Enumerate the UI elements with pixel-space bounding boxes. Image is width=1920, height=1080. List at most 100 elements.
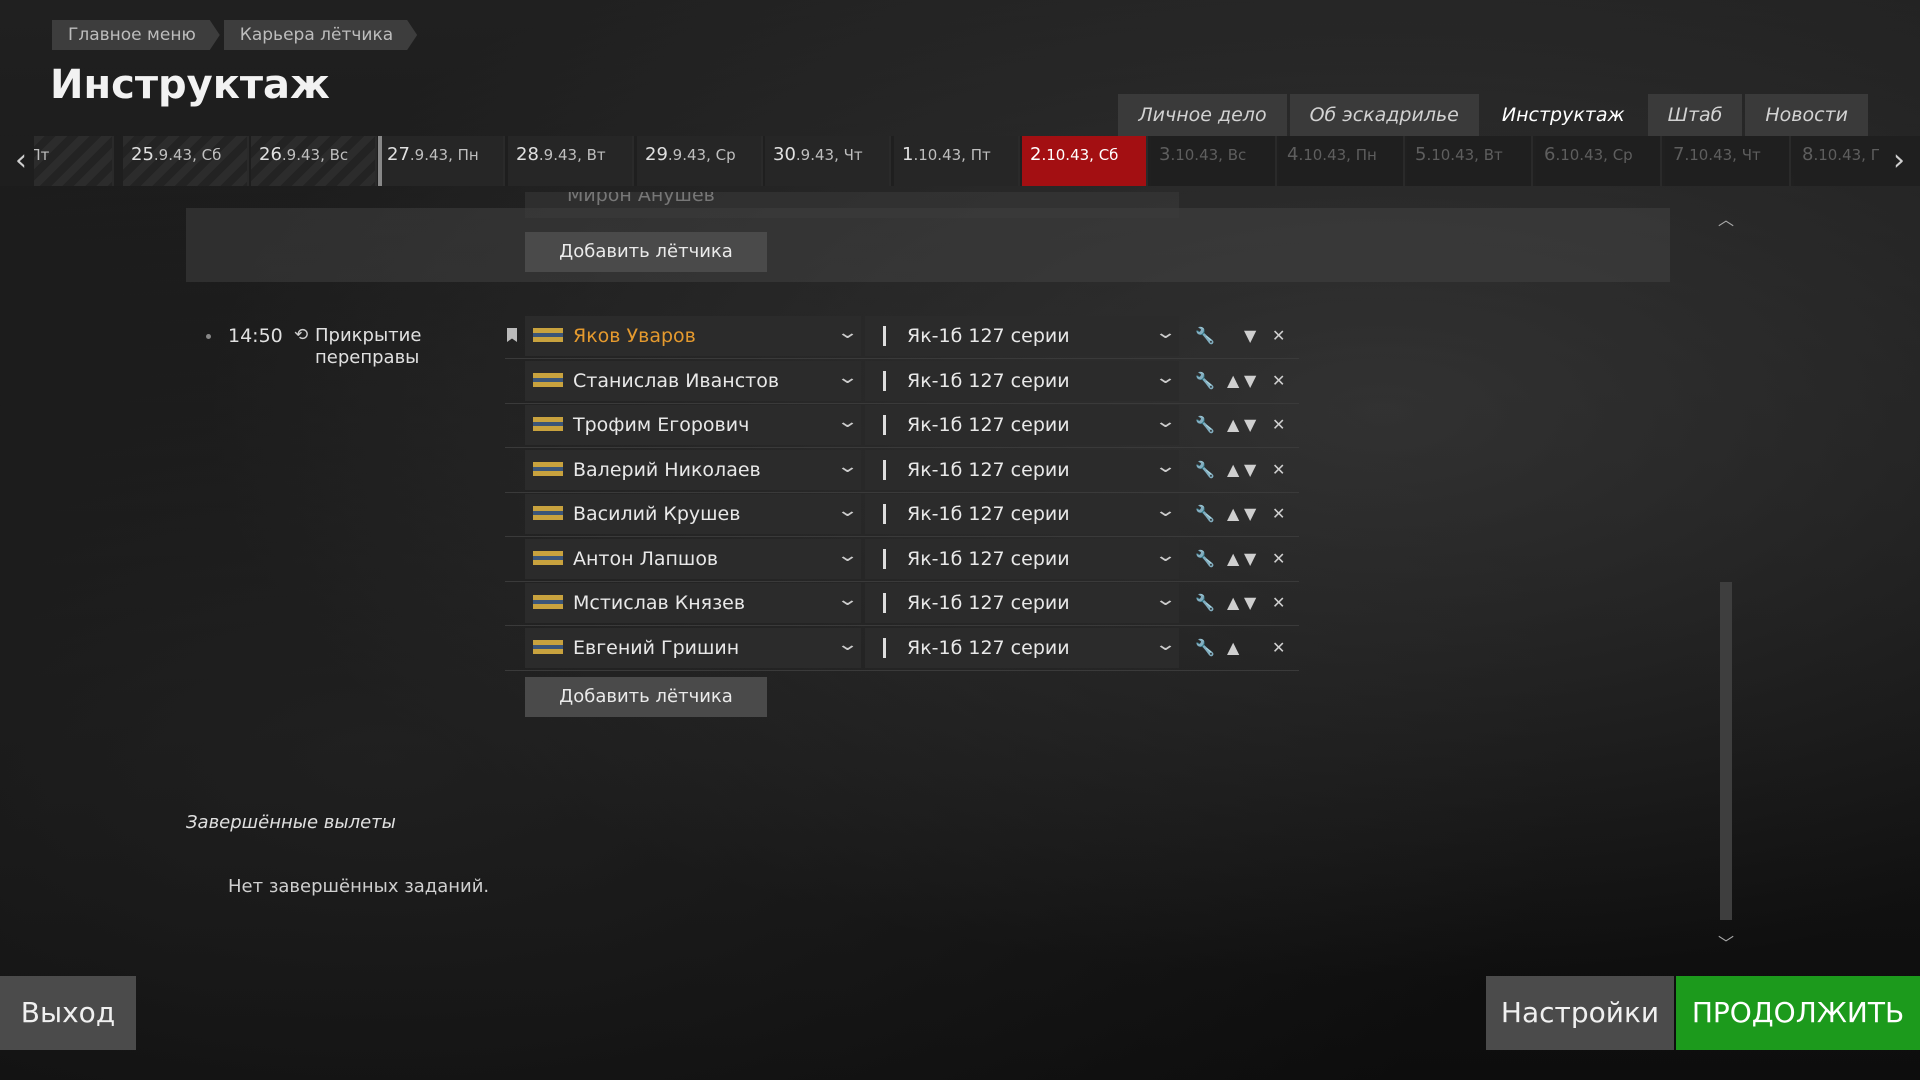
chevron-down-icon: ⌄ (1154, 544, 1177, 566)
pilot-row: Мстислав Князев ⌄ Як-1б 127 серии ⌄ 🔧 ▲ ▼ ✕ (505, 583, 1299, 626)
wrench-icon[interactable]: 🔧 (1195, 638, 1215, 657)
date-day: 26 (259, 144, 282, 165)
tab-about-squadron[interactable]: Об эскадрилье (1289, 94, 1479, 136)
aircraft-select[interactable]: Як-1б 127 серии ⌄ (865, 494, 1179, 534)
aircraft-select[interactable]: Як-1б 127 серии ⌄ (865, 405, 1179, 445)
add-pilot-button-previous[interactable]: Добавить лётчика (525, 232, 767, 272)
wrench-icon[interactable]: 🔧 (1195, 326, 1215, 345)
move-up-icon[interactable]: ▲ (1227, 371, 1239, 390)
breadcrumb-main-menu[interactable]: Главное меню (52, 20, 220, 50)
aircraft-select[interactable]: Як-1б 127 серии ⌄ (865, 583, 1179, 623)
close-icon[interactable]: ✕ (1272, 638, 1285, 657)
date-prev-arrow-icon[interactable]: ‹ (4, 136, 38, 186)
aircraft-select[interactable]: Як-1б 127 серии ⌄ (865, 449, 1179, 490)
aircraft-name: Як-1б 127 серии (907, 325, 1070, 347)
pilot-row: Василий Крушев ⌄ Як-1б 127 серии ⌄ 🔧 ▲ ▼ ✕ (505, 494, 1299, 537)
move-up-icon[interactable]: ▲ (1227, 549, 1239, 568)
pilot-select[interactable]: Яков Уваров ⌄ (525, 316, 861, 356)
date-cell[interactable]: 26.9.43, Вс (251, 136, 377, 186)
move-up-icon[interactable]: ▲ (1227, 593, 1239, 612)
pilot-select[interactable]: Станислав Иванстов ⌄ (525, 360, 861, 401)
tab-headquarters[interactable]: Штаб (1647, 94, 1743, 136)
move-down-icon[interactable]: ▼ (1244, 326, 1256, 345)
chevron-down-icon: ⌄ (1154, 455, 1177, 477)
move-up-icon[interactable]: ▲ (1227, 415, 1239, 434)
date-cell: 7.10.43, Чт (1665, 136, 1791, 186)
settings-button[interactable]: Настройки (1486, 976, 1674, 1050)
date-cell[interactable]: 25.9.43, Сб (123, 136, 249, 186)
date-cell[interactable]: 28.9.43, Вт (508, 136, 634, 186)
scroll-up-icon[interactable]: ︿ (1716, 206, 1736, 230)
wrench-icon[interactable]: 🔧 (1195, 549, 1215, 568)
add-pilot-button[interactable]: Добавить лётчика (525, 677, 767, 717)
exit-button[interactable]: Выход (0, 976, 136, 1050)
move-up-icon[interactable]: ▲ (1227, 460, 1239, 479)
top-tabs: Личное дело Об эскадрилье Инструктаж Шта… (1118, 94, 1868, 136)
move-up-icon[interactable]: ▲ (1227, 638, 1239, 657)
date-rest: .10.43, Пт (913, 146, 991, 164)
close-icon[interactable]: ✕ (1272, 371, 1285, 390)
aircraft-name: Як-1б 127 серии (907, 369, 1070, 392)
rank-insignia-icon (533, 372, 563, 387)
pilot-row: Евгений Гришин ⌄ Як-1б 127 серии ⌄ 🔧 ▲ ✕ (505, 627, 1299, 671)
date-cell[interactable]: 27.9.43, Пн (379, 136, 505, 186)
pilot-name: Антон Лапшов (573, 547, 719, 570)
pilot-select[interactable]: Валерий Николаев ⌄ (525, 449, 861, 490)
close-icon[interactable]: ✕ (1272, 415, 1285, 434)
date-cell[interactable]: 2.10.43, Сб (1022, 136, 1148, 186)
chevron-down-icon: ⌄ (1154, 322, 1177, 343)
date-cell[interactable]: 30.9.43, Чт (765, 136, 891, 186)
aircraft-select[interactable]: Як-1б 127 серии ⌄ (865, 627, 1179, 668)
date-day: 30 (773, 144, 796, 165)
close-icon[interactable]: ✕ (1272, 593, 1285, 612)
tab-personal-file[interactable]: Личное дело (1118, 94, 1287, 136)
move-down-icon[interactable]: ▼ (1244, 504, 1256, 523)
date-day: 29 (645, 144, 668, 165)
aircraft-select[interactable]: Як-1б 127 серии ⌄ (865, 360, 1179, 401)
wrench-icon[interactable]: 🔧 (1195, 415, 1215, 434)
pilot-select[interactable]: Антон Лапшов ⌄ (525, 538, 861, 579)
pilot-select[interactable]: Василий Крушев ⌄ (525, 494, 861, 534)
wrench-icon[interactable]: 🔧 (1195, 504, 1215, 523)
chevron-down-icon: ⌄ (836, 366, 859, 388)
date-cell[interactable]: 29.9.43, Ср (637, 136, 763, 186)
aircraft-icon (883, 504, 886, 524)
date-cell[interactable]: 1.10.43, Пт (894, 136, 1020, 186)
rank-insignia-icon (533, 550, 563, 565)
pilot-select[interactable]: Трофим Егорович ⌄ (525, 405, 861, 445)
aircraft-icon (883, 459, 886, 480)
tab-briefing[interactable]: Инструктаж (1482, 94, 1645, 136)
aircraft-select[interactable]: Як-1б 127 серии ⌄ (865, 538, 1179, 579)
aircraft-icon (883, 370, 886, 391)
wrench-icon[interactable]: 🔧 (1195, 593, 1215, 612)
continue-button[interactable]: ПРОДОЛЖИТЬ (1676, 976, 1920, 1050)
date-cell[interactable]: .43, Пт (34, 136, 114, 186)
move-down-icon[interactable]: ▼ (1244, 549, 1256, 568)
aircraft-select[interactable]: Як-1б 127 серии ⌄ (865, 316, 1179, 356)
pilot-select[interactable]: Мстислав Князев ⌄ (525, 583, 861, 623)
completed-sorties-empty: Нет завершённых заданий. (228, 876, 490, 897)
close-icon[interactable]: ✕ (1272, 504, 1285, 523)
close-icon[interactable]: ✕ (1272, 326, 1285, 345)
date-next-arrow-icon[interactable]: › (1882, 136, 1916, 186)
move-down-icon[interactable]: ▼ (1244, 460, 1256, 479)
move-down-icon[interactable]: ▼ (1244, 371, 1256, 390)
close-icon[interactable]: ✕ (1272, 549, 1285, 568)
aircraft-icon (883, 326, 886, 346)
breadcrumb-pilot-career[interactable]: Карьера лётчика (224, 20, 417, 50)
move-up-icon[interactable]: ▲ (1227, 504, 1239, 523)
move-down-icon[interactable]: ▼ (1244, 415, 1256, 434)
pilot-select[interactable]: Евгений Гришин ⌄ (525, 627, 861, 668)
close-icon[interactable]: ✕ (1272, 460, 1285, 479)
chevron-down-icon: ⌄ (1154, 589, 1177, 610)
scrollbar-thumb[interactable] (1720, 582, 1732, 920)
previous-flight-pilot-name: Мирон Анушев (567, 192, 715, 206)
chevron-down-icon: ⌄ (1154, 366, 1177, 388)
chevron-down-icon: ⌄ (836, 322, 859, 343)
pilot-row: Станислав Иванстов ⌄ Як-1б 127 серии ⌄ 🔧 ▲ ▼ ✕ (505, 360, 1299, 404)
move-down-icon[interactable]: ▼ (1244, 593, 1256, 612)
wrench-icon[interactable]: 🔧 (1195, 371, 1215, 390)
tab-news[interactable]: Новости (1745, 94, 1868, 136)
wrench-icon[interactable]: 🔧 (1195, 460, 1215, 479)
scroll-down-icon[interactable]: ﹀ (1716, 930, 1736, 954)
